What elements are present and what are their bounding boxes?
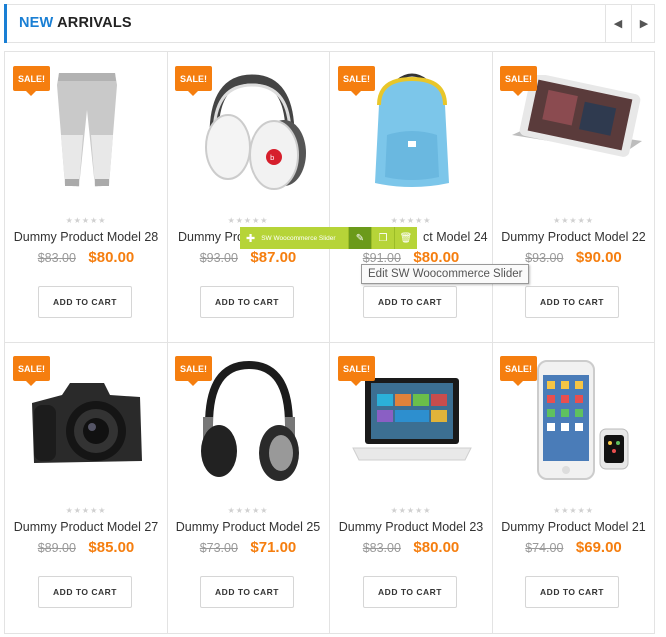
add-to-cart-button[interactable]: ADD TO CART (38, 576, 132, 608)
add-to-cart-button[interactable]: ADD TO CART (200, 576, 294, 608)
sale-badge: SALE! (13, 66, 50, 96)
rating-stars: ★★★★★ (553, 506, 594, 515)
product-card: SALE! ★★★★★ Dummy Product Model 27 $89.0… (5, 342, 168, 633)
chevron-left-icon: ◀ (613, 18, 623, 30)
old-price: $89.00 (37, 541, 76, 555)
add-to-cart-button[interactable]: ADD TO CART (38, 286, 132, 318)
chevron-right-icon: ▶ (639, 18, 649, 30)
edit-widget-button[interactable]: ✎ (348, 227, 371, 249)
rating-stars: ★★★★★ (65, 216, 107, 225)
rating-stars: ★★★★★ (65, 506, 107, 515)
sale-price: $80.00 (413, 539, 460, 556)
trash-icon: 🗑 (399, 232, 413, 244)
laptop-image (351, 378, 472, 461)
product-prices: $83.00 $80.00 (330, 539, 492, 557)
header-accent-bar (4, 4, 7, 43)
product-prices: $83.00 $80.00 (5, 249, 167, 267)
product-prices: $74.00 $69.00 (492, 539, 655, 557)
delete-widget-button[interactable]: 🗑 (394, 227, 417, 249)
product-card: SALE! ★★★★★ Dummy Product Model 21 $74.0… (492, 342, 655, 633)
edit-tooltip: Edit SW Woocommerce Slider (361, 264, 530, 284)
title-rest: ARRIVALS (57, 15, 132, 31)
product-name[interactable]: Dummy Product Model 21 (492, 520, 655, 534)
widget-drag-handle[interactable]: ✚ SW Woocommerce Slider (240, 227, 348, 249)
rating-stars: ★★★★★ (390, 216, 432, 225)
product-card: SALE! ★★★★★ Dummy Product Model 25 $73.0… (167, 342, 330, 633)
pencil-icon: ✎ (355, 232, 365, 244)
section-title: NEW ARRIVALS (19, 15, 132, 31)
old-price: $93.00 (525, 251, 564, 265)
product-card: SALE! ★★★★★ ct Model 24 $91.00 $80.00 AD… (330, 52, 493, 343)
product-card: b SALE! ★★★★★ Dummy Produ $93.00 $87.00 … (167, 52, 330, 343)
svg-text:b: b (270, 154, 275, 162)
clone-widget-button[interactable]: ❐ (371, 227, 394, 249)
sale-badge: SALE! (500, 356, 537, 386)
widget-label: SW Woocommerce Slider (261, 234, 336, 242)
product-card: SALE! ★★★★★ Dummy Product Model 23 $83.0… (330, 342, 493, 633)
product-name[interactable]: Dummy Product Model 23 (330, 520, 492, 534)
old-price: $73.00 (199, 541, 238, 555)
rating-stars: ★★★★★ (553, 216, 594, 225)
sale-price: $87.00 (250, 249, 297, 266)
old-price: $83.00 (362, 541, 401, 555)
copy-icon: ❐ (378, 232, 388, 244)
tablet-image (511, 75, 642, 157)
product-card: SALE! ★★★★★ Dummy Product Model 28 $83.0… (5, 52, 168, 343)
carousel-prev-button[interactable]: ◀ (605, 5, 630, 42)
plus-icon: ✚ (246, 232, 256, 245)
product-name[interactable]: Dummy Product Model 22 (492, 230, 655, 244)
rating-stars: ★★★★★ (390, 506, 432, 515)
product-prices: $89.00 $85.00 (5, 539, 167, 557)
add-to-cart-button[interactable]: ADD TO CART (525, 286, 619, 318)
add-to-cart-button[interactable]: ADD TO CART (525, 576, 619, 608)
title-highlight: NEW (19, 15, 54, 31)
product-name[interactable]: Dummy Product Model 27 (5, 520, 167, 534)
add-to-cart-button[interactable]: ADD TO CART (363, 286, 457, 318)
sale-price: $85.00 (88, 539, 135, 556)
product-name[interactable]: Dummy Product Model 28 (5, 230, 167, 244)
sale-badge: SALE! (338, 356, 375, 386)
old-price: $93.00 (199, 251, 238, 265)
sale-badge: SALE! (338, 66, 375, 96)
product-prices: $73.00 $71.00 (167, 539, 329, 557)
old-price: $74.00 (525, 541, 564, 555)
product-prices: $93.00 $87.00 (167, 249, 329, 267)
sale-badge: SALE! (500, 66, 537, 96)
sale-badge: SALE! (175, 356, 212, 386)
rating-stars: ★★★★★ (227, 216, 269, 225)
sale-badge: SALE! (175, 66, 212, 96)
sale-badge: SALE! (13, 356, 50, 386)
sale-price: $69.00 (575, 539, 622, 556)
camera-image (31, 383, 142, 463)
old-price: $91.00 (362, 251, 401, 265)
sale-price: $80.00 (88, 249, 135, 266)
product-grid: SALE! ★★★★★ Dummy Product Model 28 $83.0… (4, 51, 655, 634)
carousel-next-button[interactable]: ▶ (631, 5, 656, 42)
widget-edit-toolbar: ✚ SW Woocommerce Slider ✎ ❐ 🗑 (240, 227, 418, 249)
add-to-cart-button[interactable]: ADD TO CART (363, 576, 457, 608)
sweatpants-image (56, 73, 117, 187)
section-header: NEW ARRIVALS ◀ ▶ (4, 4, 655, 43)
old-price: $83.00 (37, 251, 76, 265)
add-to-cart-button[interactable]: ADD TO CART (200, 286, 294, 318)
sale-price: $71.00 (250, 539, 297, 556)
product-card: SALE! ★★★★★ Dummy Product Model 22 $93.0… (492, 52, 655, 343)
product-name[interactable]: Dummy Product Model 25 (167, 520, 329, 534)
rating-stars: ★★★★★ (227, 506, 269, 515)
sale-price: $90.00 (575, 249, 622, 266)
